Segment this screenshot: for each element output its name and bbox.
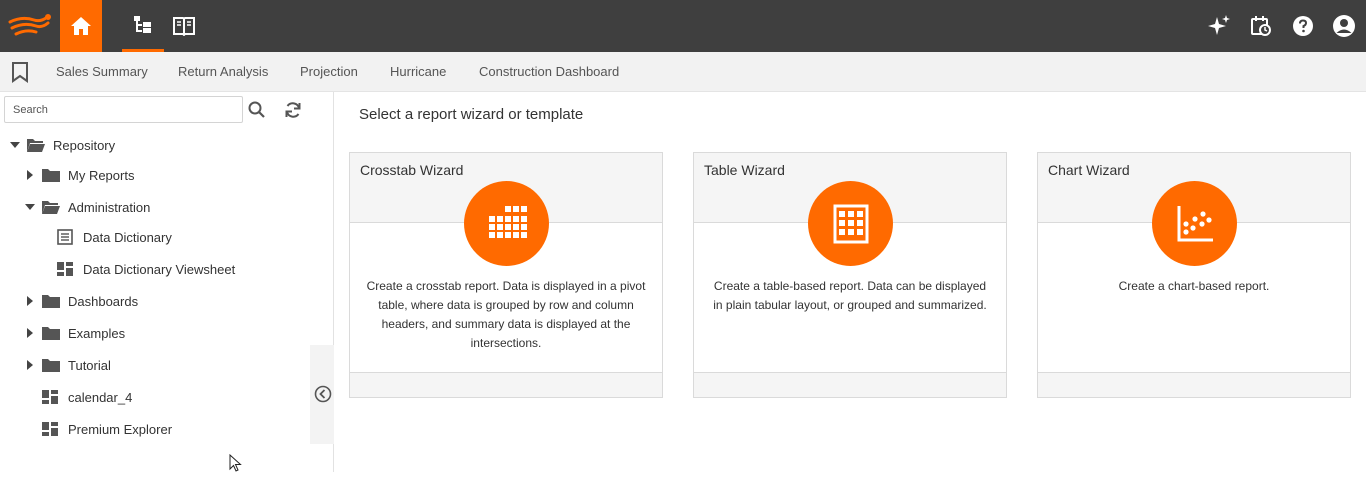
- card-footer: [350, 372, 662, 397]
- tab-return-analysis[interactable]: Return Analysis: [178, 64, 268, 79]
- card-title: Table Wizard: [704, 162, 785, 178]
- tree-node-label: Premium Explorer: [68, 421, 173, 437]
- tree-node-administration[interactable]: Administration: [23, 196, 150, 218]
- search-icon: [248, 101, 265, 118]
- tree-node-repository[interactable]: Repository: [8, 134, 115, 156]
- tree-node-label: Repository: [53, 137, 116, 153]
- account-icon: [1333, 15, 1355, 37]
- card-description: Create a crosstab report. Data is displa…: [366, 279, 646, 350]
- chart-wizard-card[interactable]: Chart Wizard Create a chart-based report…: [1037, 152, 1351, 398]
- table-icon: [808, 181, 893, 266]
- tree-node-data-dictionary-viewsheet[interactable]: Data Dictionary Viewsheet: [56, 258, 235, 280]
- folder-icon: [41, 293, 61, 309]
- logo-icon[interactable]: [8, 12, 54, 40]
- sidebar-collapse-strip: [310, 345, 334, 444]
- refresh-icon: [285, 102, 301, 118]
- tab-sales-summary[interactable]: Sales Summary: [56, 64, 148, 79]
- portal-book-icon: [173, 17, 195, 36]
- account-button[interactable]: [1323, 0, 1365, 52]
- card-footer: [1038, 372, 1350, 397]
- mouse-cursor-icon: [229, 453, 243, 472]
- caret-down-icon[interactable]: [8, 138, 22, 152]
- ai-assistant-button[interactable]: [1198, 0, 1240, 52]
- tree-node-label: Data Dictionary: [83, 229, 172, 245]
- schedule-button[interactable]: [1240, 0, 1282, 52]
- tree-node-label: Administration: [68, 199, 151, 215]
- caret-right-icon[interactable]: [23, 326, 37, 340]
- chevron-left-circle-icon: [314, 385, 332, 403]
- refresh-button[interactable]: [283, 100, 303, 120]
- tab-hurricane[interactable]: Hurricane: [390, 64, 446, 79]
- folder-open-icon: [26, 137, 46, 153]
- top-bar: [0, 0, 1366, 52]
- caret-right-icon[interactable]: [23, 358, 37, 372]
- caret-right-icon[interactable]: [23, 294, 37, 308]
- folder-open-icon: [41, 199, 61, 215]
- caret-right-icon[interactable]: [23, 168, 37, 182]
- collapse-sidebar-button[interactable]: [314, 385, 332, 403]
- tree-node-my-reports[interactable]: My Reports: [23, 164, 134, 186]
- tree-node-dashboards[interactable]: Dashboards: [23, 290, 138, 312]
- crosstab-wizard-card[interactable]: Crosstab Wizard Create a crosstab report…: [349, 152, 663, 398]
- scatter-chart-icon: [1152, 181, 1237, 266]
- tab-construction-dashboard[interactable]: Construction Dashboard: [479, 64, 619, 79]
- portal-book-button[interactable]: [163, 0, 205, 52]
- wizard-panel: Select a report wizard or template Cross…: [334, 92, 1366, 472]
- home-button[interactable]: [60, 0, 102, 52]
- folder-icon: [41, 325, 61, 341]
- folder-icon: [41, 357, 61, 373]
- home-icon: [71, 17, 91, 35]
- viewsheet-icon: [41, 389, 61, 405]
- ai-sparkle-icon: [1208, 15, 1230, 35]
- caret-down-icon[interactable]: [23, 200, 37, 214]
- page-title: Select a report wizard or template: [359, 106, 584, 123]
- card-title: Crosstab Wizard: [360, 162, 464, 178]
- tree-node-tutorial[interactable]: Tutorial: [23, 354, 111, 376]
- schedule-icon: [1251, 16, 1271, 36]
- bookmark-icon[interactable]: [10, 61, 30, 83]
- card-description: Create a table-based report. Data can be…: [713, 279, 987, 312]
- tree-node-label: calendar_4: [68, 389, 133, 405]
- help-button[interactable]: [1282, 0, 1324, 52]
- repository-tree-button[interactable]: [122, 0, 164, 52]
- tree-node-calendar-4[interactable]: calendar_4: [41, 386, 132, 408]
- viewsheet-icon: [41, 421, 61, 437]
- folder-icon: [41, 167, 61, 183]
- tree-node-examples[interactable]: Examples: [23, 322, 125, 344]
- tree-node-data-dictionary[interactable]: Data Dictionary: [56, 226, 172, 248]
- tree-node-premium-explorer[interactable]: Premium Explorer: [41, 418, 172, 440]
- tab-projection[interactable]: Projection: [300, 64, 358, 79]
- search-button[interactable]: [247, 100, 267, 120]
- bookmarks-bar: Sales Summary Return Analysis Projection…: [0, 52, 1366, 92]
- search-input[interactable]: [4, 96, 243, 123]
- help-icon: [1293, 16, 1313, 36]
- repository-tree-icon: [134, 15, 151, 33]
- repository-sidebar: Repository My Reports Administration Dat…: [0, 92, 334, 472]
- table-wizard-card[interactable]: Table Wizard Create a table-based report…: [693, 152, 1007, 398]
- grid-icon: [464, 181, 549, 266]
- tree-node-label: Dashboards: [68, 293, 139, 309]
- tree-node-label: My Reports: [68, 167, 135, 183]
- card-title: Chart Wizard: [1048, 162, 1130, 178]
- tree-node-label: Data Dictionary Viewsheet: [83, 261, 236, 277]
- tree-node-label: Tutorial: [68, 357, 111, 373]
- card-description: Create a chart-based report.: [1118, 279, 1270, 293]
- card-footer: [694, 372, 1006, 397]
- viewsheet-icon: [56, 261, 76, 277]
- tree-node-label: Examples: [68, 325, 126, 341]
- report-icon: [56, 229, 76, 245]
